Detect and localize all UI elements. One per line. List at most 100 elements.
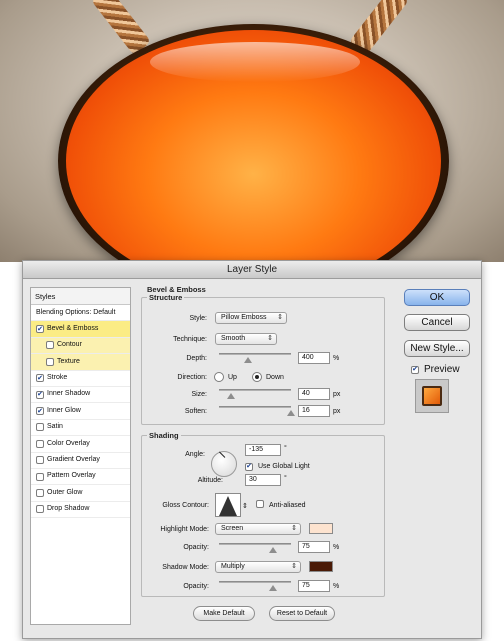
style-item-checkbox[interactable]: [36, 374, 44, 383]
make-default-button[interactable]: Make Default: [193, 606, 255, 621]
style-item-label: Satin: [47, 423, 63, 431]
style-item[interactable]: Drop Shadow: [31, 502, 130, 519]
new-style-button[interactable]: New Style...: [404, 340, 470, 357]
style-item[interactable]: Texture: [31, 354, 130, 371]
angle-label: Angle:: [185, 451, 205, 458]
layer-style-dialog: Layer Style Styles Blending Options: Def…: [22, 260, 482, 639]
altitude-unit: °: [284, 475, 287, 482]
shadow-color-swatch[interactable]: [309, 561, 333, 572]
direction-label: Direction:: [177, 374, 207, 381]
anti-aliased-checkmark[interactable]: [256, 500, 264, 508]
shadow-opacity-label: Opacity:: [183, 583, 209, 590]
altitude-input[interactable]: 30: [245, 474, 281, 486]
preview-checkbox[interactable]: [411, 364, 419, 374]
popup-arrow-icon: ⇕: [291, 525, 297, 532]
contour-arrow-icon[interactable]: ⇕: [242, 502, 248, 510]
style-item-label: Drop Shadow: [47, 505, 90, 513]
depth-slider-thumb[interactable]: [243, 357, 252, 363]
style-item[interactable]: Satin: [31, 420, 130, 437]
style-item[interactable]: Color Overlay: [31, 436, 130, 453]
depth-slider[interactable]: [219, 353, 291, 363]
bevel-style-select[interactable]: Pillow Emboss ⇕: [215, 312, 287, 324]
style-item[interactable]: Contour: [31, 337, 130, 355]
gem-highlight: [150, 42, 360, 82]
shadow-opacity-slider[interactable]: [219, 581, 291, 591]
style-item-checkbox[interactable]: [36, 325, 44, 334]
styles-header[interactable]: Styles: [31, 288, 130, 305]
style-item[interactable]: Stroke: [31, 371, 130, 387]
shadow-opacity-unit: %: [333, 583, 340, 590]
depth-input[interactable]: 400: [298, 352, 330, 364]
style-item-checkbox[interactable]: [36, 505, 44, 514]
highlight-opacity-slider[interactable]: [219, 543, 291, 553]
document-canvas[interactable]: [0, 0, 504, 262]
size-slider[interactable]: [219, 389, 291, 399]
soften-slider-thumb[interactable]: [287, 410, 295, 416]
soften-input[interactable]: 16: [298, 405, 330, 417]
highlight-opacity-label: Opacity:: [183, 544, 209, 551]
depth-label: Depth:: [186, 355, 207, 362]
styles-panel: Styles Blending Options: Default Bevel & …: [30, 287, 131, 625]
style-item-label: Bevel & Emboss: [47, 324, 99, 332]
reset-default-button[interactable]: Reset to Default: [269, 606, 335, 621]
style-item-checkbox[interactable]: [46, 341, 54, 350]
global-light-checkmark[interactable]: [245, 462, 253, 471]
technique-value: Smooth: [221, 335, 246, 342]
direction-up-label: Up: [228, 374, 237, 381]
style-item-checkbox[interactable]: [36, 472, 44, 481]
style-item-label: Inner Glow: [47, 406, 81, 414]
style-item-checkbox[interactable]: [36, 439, 44, 448]
style-item[interactable]: Blending Options: Default: [31, 305, 130, 322]
size-label: Size:: [191, 391, 207, 398]
style-item-checkbox[interactable]: [46, 357, 54, 366]
style-item-label: Blending Options: Default: [36, 308, 116, 316]
direction-down-radio[interactable]: [252, 372, 262, 382]
style-item-label: Color Overlay: [47, 439, 90, 447]
highlight-color-swatch[interactable]: [309, 523, 333, 534]
style-item[interactable]: Inner Glow: [31, 403, 130, 420]
style-item-checkbox[interactable]: [36, 488, 44, 497]
ok-button[interactable]: OK: [404, 289, 470, 306]
style-item-label: Contour: [57, 341, 82, 349]
style-label: Style:: [189, 315, 207, 322]
highlight-opacity-input[interactable]: 75: [298, 541, 330, 553]
gloss-contour-picker[interactable]: [215, 493, 241, 517]
shadow-opacity-thumb[interactable]: [269, 585, 277, 591]
style-item-label: Pattern Overlay: [47, 472, 96, 480]
style-item-label: Texture: [57, 357, 80, 365]
style-item-checkbox[interactable]: [36, 390, 44, 399]
angle-dial[interactable]: [211, 451, 237, 477]
style-item-label: Inner Shadow: [47, 390, 91, 398]
size-input[interactable]: 40: [298, 388, 330, 400]
style-preview-thumbnail: [415, 379, 449, 413]
shadow-mode-select[interactable]: Multiply ⇕: [215, 561, 301, 573]
angle-input[interactable]: -135: [245, 444, 281, 456]
style-item[interactable]: Gradient Overlay: [31, 453, 130, 469]
highlight-mode-label: Highlight Mode:: [160, 526, 209, 533]
depth-unit: %: [333, 355, 340, 362]
highlight-opacity-thumb[interactable]: [269, 547, 277, 553]
style-item-label: Stroke: [47, 374, 68, 382]
anti-aliased-checkbox[interactable]: [256, 500, 264, 510]
angle-unit: °: [284, 445, 287, 452]
global-light-checkbox[interactable]: [245, 461, 253, 471]
soften-slider[interactable]: [219, 406, 295, 416]
preview-checkmark[interactable]: [411, 365, 419, 374]
style-item[interactable]: Pattern Overlay: [31, 469, 130, 486]
highlight-mode-select[interactable]: Screen ⇕: [215, 523, 301, 535]
size-slider-thumb[interactable]: [226, 393, 235, 399]
soften-label: Soften:: [184, 408, 207, 415]
style-item-checkbox[interactable]: [36, 423, 44, 432]
style-item[interactable]: Outer Glow: [31, 485, 130, 502]
technique-select[interactable]: Smooth ⇕: [215, 333, 277, 345]
direction-up-radio[interactable]: [214, 372, 224, 382]
shadow-opacity-input[interactable]: 75: [298, 580, 330, 592]
shadow-mode-value: Multiply: [221, 563, 245, 570]
style-item[interactable]: Inner Shadow: [31, 387, 130, 404]
cancel-button[interactable]: Cancel: [404, 314, 470, 331]
structure-title: Structure: [147, 293, 185, 302]
dialog-title[interactable]: Layer Style: [23, 261, 481, 279]
style-item[interactable]: Bevel & Emboss: [31, 321, 130, 338]
style-item-checkbox[interactable]: [36, 407, 44, 416]
style-item-checkbox[interactable]: [36, 456, 44, 465]
